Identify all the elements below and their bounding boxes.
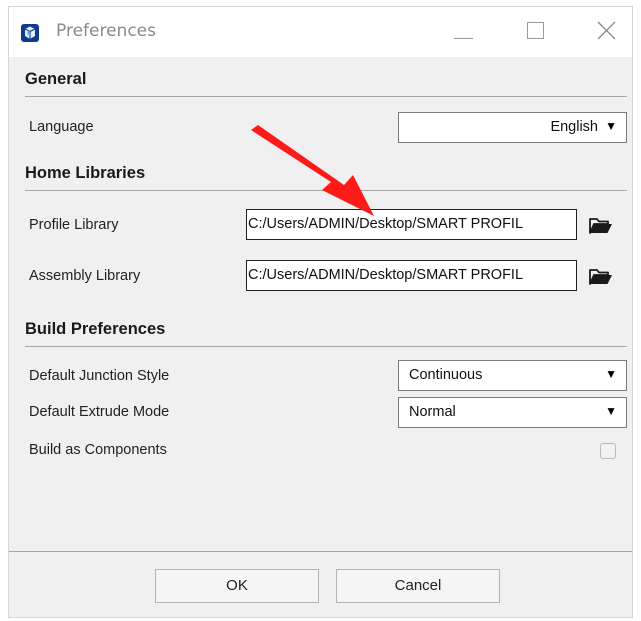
extrude-mode-dropdown[interactable]: Normal ▼: [398, 397, 627, 428]
folder-open-icon[interactable]: [588, 266, 614, 288]
profile-library-path-field[interactable]: C:/Users/ADMIN/Desktop/SMART PROFIL: [246, 209, 577, 240]
maximize-button[interactable]: [511, 7, 563, 57]
section-build-preferences: Build Preferences: [25, 320, 166, 338]
junction-style-value: Continuous: [409, 367, 483, 383]
profile-library-label: Profile Library: [29, 217, 119, 233]
folder-open-icon[interactable]: [588, 215, 614, 237]
chevron-down-icon: ▼: [605, 119, 617, 133]
sketchup-app-icon: [21, 24, 39, 42]
ok-button[interactable]: OK: [155, 569, 319, 603]
chevron-down-icon: ▼: [605, 404, 617, 418]
section-general: General: [25, 70, 87, 88]
close-icon: [597, 21, 616, 40]
dialog-footer: OK Cancel: [9, 552, 632, 617]
assembly-library-path-field[interactable]: C:/Users/ADMIN/Desktop/SMART PROFIL: [246, 260, 577, 291]
section-home-libraries: Home Libraries: [25, 164, 146, 182]
extrude-mode-value: Normal: [409, 404, 456, 420]
dialog-content: General Language English ▼ Home Librarie…: [9, 57, 632, 552]
extrude-mode-label: Default Extrude Mode: [29, 404, 170, 420]
junction-style-label: Default Junction Style: [29, 368, 170, 384]
close-button[interactable]: [581, 7, 633, 57]
title-bar: Preferences: [9, 7, 632, 57]
assembly-library-label: Assembly Library: [29, 268, 141, 284]
minimize-button[interactable]: [439, 7, 491, 57]
build-components-label: Build as Components: [29, 442, 167, 458]
language-dropdown[interactable]: English ▼: [398, 112, 627, 143]
section-divider: [25, 190, 627, 191]
preferences-dialog: Preferences General Language English ▼ H…: [8, 6, 633, 618]
junction-style-dropdown[interactable]: Continuous ▼: [398, 360, 627, 391]
window-title: Preferences: [56, 21, 156, 41]
language-value: English: [550, 119, 598, 135]
language-label: Language: [29, 119, 94, 135]
chevron-down-icon: ▼: [605, 367, 617, 381]
cancel-button[interactable]: Cancel: [336, 569, 500, 603]
section-divider: [25, 346, 627, 347]
section-divider: [25, 96, 627, 97]
build-components-checkbox[interactable]: [600, 443, 616, 459]
